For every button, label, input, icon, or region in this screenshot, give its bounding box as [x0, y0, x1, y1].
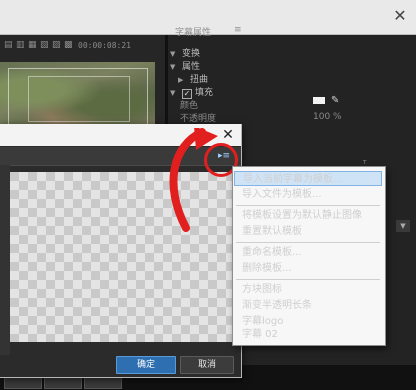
menu-item-template[interactable]: 渐变半透明长条	[242, 298, 380, 313]
menu-separator	[236, 242, 380, 243]
panel-title: 字幕属性	[175, 28, 212, 38]
eyedropper-icon[interactable]: ✎	[331, 95, 339, 106]
menu-item-template[interactable]: 字幕 02	[242, 327, 380, 342]
dropdown-arrow-icon[interactable]: ▼	[396, 220, 410, 232]
menu-separator	[236, 205, 380, 206]
property-label: 填充	[195, 88, 214, 98]
menu-item-import-current-title[interactable]: 导入当前字幕为模板...	[234, 171, 382, 186]
menu-item-import-file[interactable]: 导入文件为模板...	[242, 187, 380, 202]
tool-icon[interactable]: ▨	[52, 40, 62, 50]
fill-color-swatch[interactable]	[313, 97, 325, 104]
menu-item-delete[interactable]: 删除模板...	[242, 261, 380, 276]
fill-opacity-value[interactable]: 100 %	[313, 112, 342, 122]
expand-triangle-icon[interactable]: ▶	[178, 76, 190, 84]
property-group-distort[interactable]: ▶ 扭曲	[178, 72, 209, 85]
property-label: 扭曲	[190, 75, 209, 85]
tool-icon[interactable]: ▧	[40, 40, 50, 50]
collapse-triangle-icon[interactable]: ▼	[170, 63, 182, 71]
title-safe-guide	[28, 76, 130, 122]
tool-icon[interactable]: ▤	[4, 40, 14, 50]
cancel-button[interactable]: 取消	[180, 356, 234, 374]
tool-icon[interactable]: ▩	[64, 40, 74, 50]
fill-color-label: 颜色	[180, 101, 199, 111]
property-label: 变换	[182, 49, 201, 59]
menu-item-set-default-still[interactable]: 将模板设置为默认静止图像	[242, 208, 380, 223]
property-group-fill[interactable]: ▼ ✓ 填充	[170, 85, 214, 99]
property-group-properties[interactable]: ▼ 属性	[170, 59, 201, 72]
menu-item-template[interactable]: 方块图标	[242, 282, 380, 297]
template-list-panel[interactable]	[0, 165, 10, 355]
tool-icon[interactable]: ▥	[16, 40, 26, 50]
collapse-triangle-icon[interactable]: ▼	[170, 50, 182, 58]
timecode-display: 00:00:08:21	[78, 41, 131, 50]
menu-item-reset-default[interactable]: 重置默认模板	[242, 224, 380, 239]
window-close-icon[interactable]: ✕	[390, 6, 410, 26]
property-group-transform[interactable]: ▼ 变换	[170, 46, 201, 59]
tool-icon[interactable]: ▦	[28, 40, 38, 50]
collapse-triangle-icon[interactable]: ▼	[170, 89, 182, 97]
ok-button[interactable]: 确定	[116, 356, 176, 374]
menu-item-rename[interactable]: 重命名模板...	[242, 245, 380, 260]
panel-menu-icon[interactable]: ≡	[234, 25, 242, 35]
fill-opacity-label: 不透明度	[180, 114, 217, 124]
property-label: 属性	[182, 62, 201, 72]
menu-separator	[236, 279, 380, 280]
